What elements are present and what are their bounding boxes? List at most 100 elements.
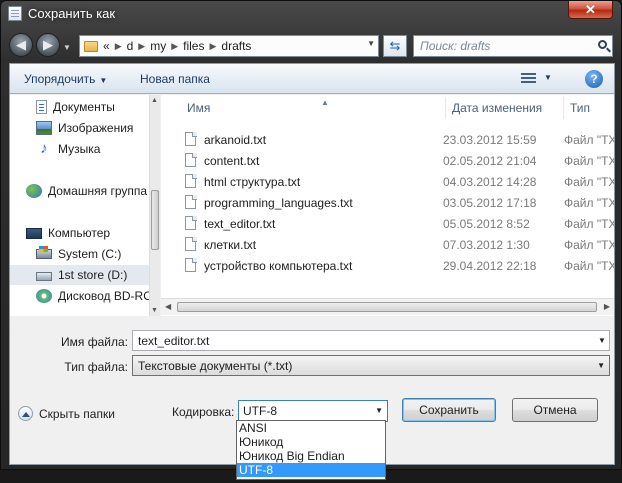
close-button[interactable]: ✕	[568, 1, 613, 19]
sidebar-item-bd-drive[interactable]: Дисковод BD-RO	[36, 286, 159, 306]
file-name: text_editor.txt	[204, 217, 276, 231]
horizontal-scrollbar[interactable]: ◀ ▶	[161, 298, 614, 315]
sidebar-item-store-drive[interactable]: 1st store (D:)	[10, 265, 150, 285]
scroll-left-icon[interactable]: ◀	[165, 302, 171, 311]
file-name: клетки.txt	[204, 238, 257, 252]
breadcrumb-item-my[interactable]: my	[150, 39, 166, 53]
text-file-icon	[185, 132, 197, 146]
search-placeholder: Поиск: drafts	[420, 39, 491, 53]
sidebar-item-homegroup[interactable]: Домашняя группа	[26, 181, 159, 201]
scroll-down-icon[interactable]: ▼	[151, 307, 158, 314]
dialog-body: Упорядочить ▼ Новая папка ▼ ? Документы И…	[9, 63, 615, 465]
list-item[interactable]: content.txt 02.05.2012 21:04 Файл "TX	[161, 150, 614, 171]
refresh-icon: ⇆	[389, 38, 401, 53]
column-header-name[interactable]: Имя ▲	[181, 97, 446, 119]
forward-button[interactable]: ▶	[36, 33, 60, 57]
sidebar-scrollbar[interactable]: ▲ ▼	[149, 95, 160, 316]
file-type: Файл "TX	[564, 217, 614, 231]
file-date: 23.03.2012 15:59	[443, 133, 537, 147]
text-file-icon	[185, 258, 197, 272]
hide-folders-button[interactable]: Скрыть папки	[18, 406, 115, 421]
folder-icon	[84, 40, 98, 52]
file-date: 03.05.2012 17:18	[443, 196, 537, 210]
encoding-option-unicode[interactable]: Юникод	[237, 435, 385, 449]
sidebar-item-label: Дисковод BD-RO	[58, 289, 153, 303]
file-name: html структура.txt	[204, 175, 301, 189]
scrollbar-thumb[interactable]	[177, 302, 597, 312]
list-item[interactable]: text_editor.txt 05.05.2012 8:52 Файл "TX	[161, 213, 614, 234]
save-button[interactable]: Сохранить	[402, 398, 496, 422]
chevron-down-icon[interactable]: ▼	[367, 39, 375, 48]
encoding-option-utf8[interactable]: UTF-8	[237, 463, 385, 477]
chevron-down-icon[interactable]: ▼	[598, 336, 606, 345]
sidebar-item-label: Документы	[53, 100, 115, 114]
scrollbar-thumb[interactable]	[151, 190, 159, 250]
organize-button[interactable]: Упорядочить ▼	[24, 72, 107, 86]
computer-icon	[26, 227, 42, 239]
list-item[interactable]: клетки.txt 07.03.2012 1:30 Файл "TX	[161, 234, 614, 255]
navigation-pane: Документы Изображения ♪ Музыка Домашняя г…	[10, 95, 160, 316]
sidebar-item-computer[interactable]: Компьютер	[26, 223, 159, 243]
sidebar-item-music[interactable]: ♪ Музыка	[36, 139, 159, 159]
file-list: Имя ▲ Дата изменения Тип arkanoid.txt 23…	[161, 95, 614, 316]
file-type: Файл "TX	[564, 238, 614, 252]
list-item[interactable]: html структура.txt 04.03.2012 14:28 Файл…	[161, 171, 614, 192]
sidebar-item-documents[interactable]: Документы	[36, 97, 159, 117]
back-button[interactable]: ◀	[9, 33, 33, 57]
sidebar-item-label: Компьютер	[48, 226, 111, 240]
chevron-right-icon[interactable]: ▶	[115, 41, 122, 52]
view-dropdown[interactable]: ▼	[544, 73, 552, 82]
title-bar[interactable]: Сохранить как ✕	[1, 1, 621, 27]
sidebar-item-label: Домашняя группа	[48, 184, 148, 198]
text-file-icon	[185, 195, 197, 209]
refresh-button[interactable]: ⇆	[383, 35, 407, 57]
breadcrumb-overflow[interactable]: «	[103, 39, 110, 53]
text-file-icon	[185, 174, 197, 188]
file-date: 05.05.2012 8:52	[443, 217, 530, 231]
sidebar-item-system-drive[interactable]: System (C:)	[36, 244, 159, 264]
breadcrumb-item-d[interactable]: d	[127, 39, 134, 53]
search-icon[interactable]	[598, 40, 607, 49]
notepad-icon	[8, 6, 22, 21]
forward-arrow-icon: ▶	[43, 37, 53, 52]
view-options-icon[interactable]	[521, 73, 536, 85]
list-item[interactable]: устройство компьютера.txt 29.04.2012 22:…	[161, 255, 614, 276]
sort-ascending-icon: ▲	[321, 98, 329, 107]
sidebar-item-label: 1st store (D:)	[58, 268, 128, 282]
address-bar[interactable]: « ▶ d ▶ my ▶ files ▶ drafts ▼	[79, 35, 379, 57]
list-item[interactable]: programming_languages.txt 03.05.2012 17:…	[161, 192, 614, 213]
file-date: 04.03.2012 14:28	[443, 175, 537, 189]
encoding-label: Кодировка:	[172, 405, 235, 419]
chevron-right-icon[interactable]: ▶	[138, 41, 145, 52]
list-item[interactable]: arkanoid.txt 23.03.2012 15:59 Файл "TX	[161, 129, 614, 150]
breadcrumb-item-files[interactable]: files	[183, 39, 204, 53]
encoding-option-ansi[interactable]: ANSI	[237, 421, 385, 435]
cancel-button[interactable]: Отмена	[512, 398, 598, 422]
help-icon[interactable]: ?	[585, 70, 603, 88]
breadcrumb-item-drafts[interactable]: drafts	[221, 39, 251, 53]
chevron-right-icon[interactable]: ▶	[209, 41, 216, 52]
recent-pages-dropdown[interactable]: ▼	[63, 43, 71, 52]
sidebar-item-label: System (C:)	[58, 247, 122, 261]
file-name: устройство компьютера.txt	[204, 259, 353, 273]
text-file-icon	[185, 153, 197, 167]
filename-field[interactable]: text_editor.txt	[132, 330, 610, 351]
scroll-right-icon[interactable]: ▶	[604, 302, 610, 311]
file-name: content.txt	[204, 154, 260, 168]
scroll-up-icon[interactable]: ▲	[151, 97, 158, 104]
column-header-date[interactable]: Дата изменения	[446, 97, 564, 119]
new-folder-button[interactable]: Новая папка	[140, 72, 210, 86]
encoding-select[interactable]: UTF-8 ▼	[238, 400, 388, 422]
sidebar-item-label: Изображения	[58, 121, 134, 135]
encoding-option-unicode-big-endian[interactable]: Юникод Big Endian	[237, 449, 385, 463]
file-type: Файл "TX	[564, 133, 614, 147]
chevron-down-icon: ▼	[597, 361, 605, 370]
documents-icon	[36, 100, 47, 114]
filename-label: Имя файла:	[61, 335, 128, 349]
chevron-right-icon[interactable]: ▶	[171, 41, 178, 52]
column-header-type[interactable]: Тип	[564, 97, 614, 119]
sidebar-item-pictures[interactable]: Изображения	[36, 118, 159, 138]
filetype-select[interactable]: Текстовые документы (*.txt) ▼	[132, 355, 610, 376]
search-input[interactable]: Поиск: drafts	[413, 35, 613, 57]
organize-label: Упорядочить	[24, 72, 96, 86]
